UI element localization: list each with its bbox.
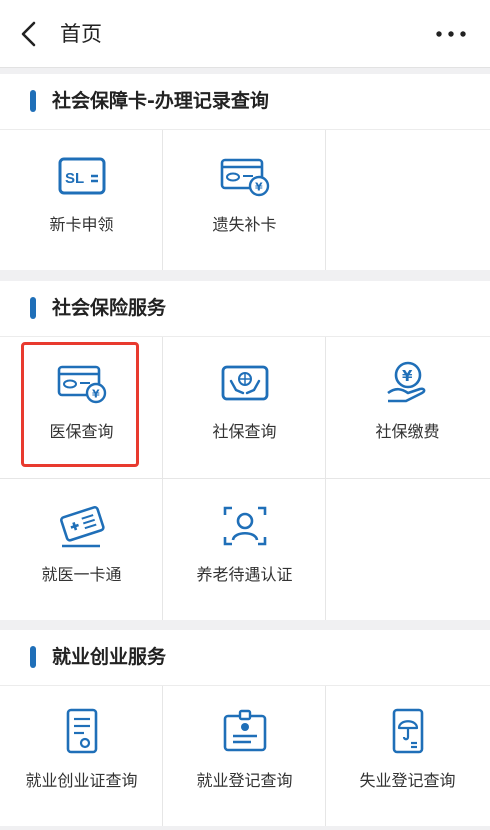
- medical-card-icon: [59, 505, 105, 548]
- section-accent-bar: [30, 90, 36, 112]
- divider: [325, 686, 326, 826]
- yen-coin-hand-icon: ¥: [386, 361, 425, 403]
- certificate-icon: [66, 708, 97, 754]
- svg-text:¥: ¥: [255, 181, 263, 194]
- grid-item-pension-certification[interactable]: 养老待遇认证: [163, 480, 326, 620]
- section-title: 社会保障卡-办理记录查询: [52, 90, 269, 112]
- grid-item-employment-certificate-query[interactable]: 就业创业证查询: [0, 686, 163, 826]
- grid-item-label: 就医一卡通: [41, 565, 122, 584]
- grid-item-new-card[interactable]: SL 新卡申领: [0, 130, 163, 270]
- grid-item-employment-registration-query[interactable]: 就业登记查询: [163, 686, 326, 826]
- divider: [162, 130, 163, 270]
- svg-text:¥: ¥: [402, 367, 413, 385]
- card-yen-icon: ¥: [220, 158, 269, 197]
- employment-grid: 就业创业证查询 就业登记查询 失业登记查询: [0, 686, 490, 826]
- section-header-employment: 就业创业服务: [0, 630, 490, 686]
- divider: [162, 686, 163, 826]
- section-header-card-records: 社会保障卡-办理记录查询: [0, 74, 490, 130]
- grid-item-unemployment-registration-query[interactable]: 失业登记查询: [326, 686, 489, 826]
- hands-globe-icon: [221, 365, 268, 401]
- grid-item-medical-one-card[interactable]: 就医一卡通: [0, 480, 163, 620]
- grid-item-label: 社保缴费: [375, 422, 440, 441]
- section-header-social-insurance: 社会保险服务: [0, 281, 490, 337]
- grid-item-label: 社保查询: [212, 422, 277, 441]
- face-scan-icon: [223, 506, 266, 546]
- card-records-grid: SL 新卡申领 ¥ 遗失补卡: [0, 130, 490, 270]
- grid-item-social-insurance-payment[interactable]: ¥ 社保缴费: [326, 337, 489, 477]
- grid-item-lost-card[interactable]: ¥ 遗失补卡: [163, 130, 326, 270]
- page-title: 首页: [60, 22, 102, 46]
- grid-item-label: 失业登记查询: [359, 771, 456, 790]
- grid-item-social-insurance-query[interactable]: 社保查询: [163, 337, 326, 477]
- sl-card-icon: SL: [58, 157, 105, 195]
- grid-item-label: 养老待遇认证: [196, 565, 293, 584]
- more-options-icon[interactable]: [434, 22, 468, 46]
- svg-text:SL: SL: [65, 170, 84, 187]
- id-badge-icon: [223, 709, 266, 752]
- grid-item-label: 就业创业证查询: [25, 771, 138, 790]
- divider: [0, 478, 490, 479]
- highlight-box: [21, 342, 139, 467]
- section-title: 就业创业服务: [52, 646, 167, 668]
- grid-item-label: 遗失补卡: [212, 215, 277, 234]
- section-title: 社会保险服务: [52, 297, 167, 319]
- umbrella-doc-icon: [392, 708, 423, 754]
- divider: [325, 130, 326, 270]
- back-arrow-icon[interactable]: [14, 18, 46, 50]
- grid-item-label: 就业登记查询: [196, 771, 293, 790]
- top-bar: 首页: [0, 0, 490, 68]
- section-accent-bar: [30, 646, 36, 668]
- section-accent-bar: [30, 297, 36, 319]
- grid-item-label: 新卡申领: [49, 215, 114, 234]
